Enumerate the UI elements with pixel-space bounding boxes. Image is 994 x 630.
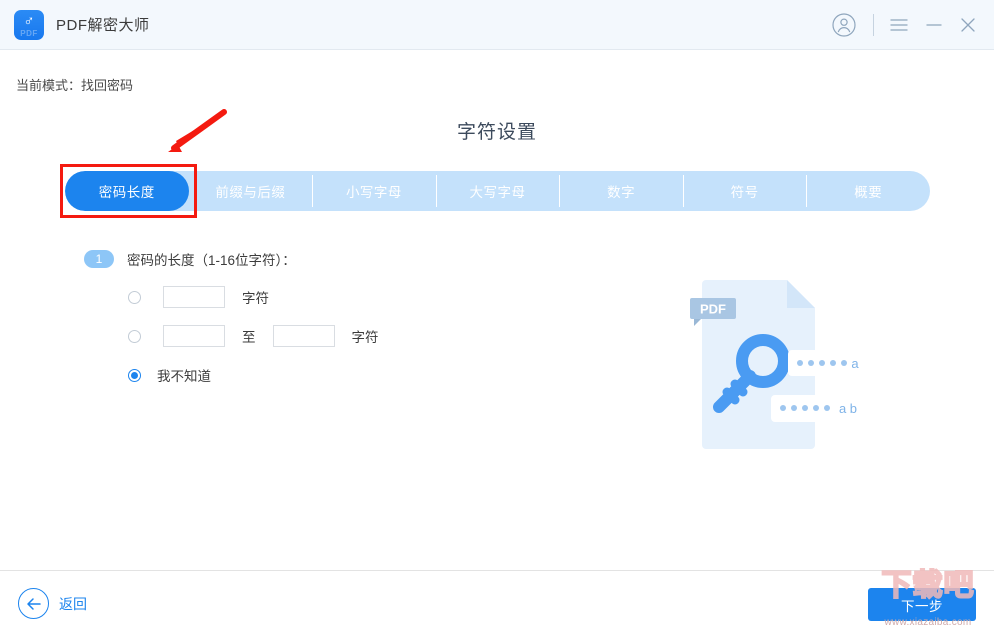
step-tabs[interactable]: 密码长度 前缀与后缀 小写字母 大写字母 数字 符号 概要 <box>65 171 930 211</box>
step-number-badge: 1 <box>84 250 114 268</box>
app-title: PDF解密大师 <box>56 17 150 34</box>
logo-key-glyph: ♂ <box>23 12 35 30</box>
exact-length-input[interactable] <box>163 286 225 308</box>
title-bar: ♂ PDF PDF解密大师 <box>0 0 994 50</box>
password-hint-box-1: a <box>788 350 864 376</box>
tab-symbols[interactable]: 符号 <box>682 171 807 211</box>
range-length-unit: 字符 <box>351 330 379 345</box>
tab-prefix-suffix[interactable]: 前缀与后缀 <box>189 171 313 211</box>
pdf-key-illustration: PDF a a b <box>690 272 880 457</box>
exact-length-unit: 字符 <box>242 291 269 306</box>
dont-know-label: 我不知道 <box>157 369 211 384</box>
option-dont-know[interactable]: 我不知道 <box>128 363 379 387</box>
range-from-input[interactable] <box>163 325 225 347</box>
radio-range-length[interactable] <box>128 329 141 343</box>
close-icon[interactable] <box>960 17 976 33</box>
app-logo-icon: ♂ PDF <box>14 9 44 40</box>
option-exact-length[interactable]: 字符 <box>128 285 379 309</box>
page-title: 字符设置 <box>456 122 537 143</box>
back-button[interactable]: 返回 <box>18 588 87 619</box>
tab-uppercase[interactable]: 大写字母 <box>435 171 560 211</box>
step-header: 1 密码的长度（1-16位字符）： <box>84 249 296 269</box>
radio-dont-know[interactable] <box>128 368 141 382</box>
svg-text:a: a <box>851 356 859 371</box>
logo-pdf-label: PDF <box>20 28 38 38</box>
radio-exact-length[interactable] <box>128 290 141 304</box>
tab-summary[interactable]: 概要 <box>806 171 930 211</box>
tab-lowercase[interactable]: 小写字母 <box>312 171 436 211</box>
user-avatar-icon[interactable] <box>831 12 857 38</box>
next-step-button[interactable]: 下一步 <box>868 588 976 621</box>
footer-divider <box>0 570 994 571</box>
minimize-icon[interactable] <box>926 18 942 32</box>
password-hint-box-2: a b <box>771 395 867 422</box>
back-arrow-icon <box>18 588 49 619</box>
password-length-options: 字符 至 字符 我不知道 <box>128 285 379 402</box>
step-question-label: 密码的长度（1-16位字符）： <box>127 253 296 268</box>
current-mode-label: 当前模式：找回密码 <box>16 78 134 93</box>
svg-text:a b: a b <box>839 401 857 416</box>
range-separator-label: 至 <box>242 330 256 345</box>
back-button-label: 返回 <box>59 595 87 612</box>
svg-text:PDF: PDF <box>700 302 726 317</box>
titlebar-divider <box>873 13 874 36</box>
tab-password-length[interactable]: 密码长度 <box>65 171 189 211</box>
range-to-input[interactable] <box>272 325 335 347</box>
option-range-length[interactable]: 至 字符 <box>128 324 379 348</box>
tab-numbers[interactable]: 数字 <box>559 171 683 211</box>
hamburger-menu-icon[interactable] <box>890 18 908 32</box>
